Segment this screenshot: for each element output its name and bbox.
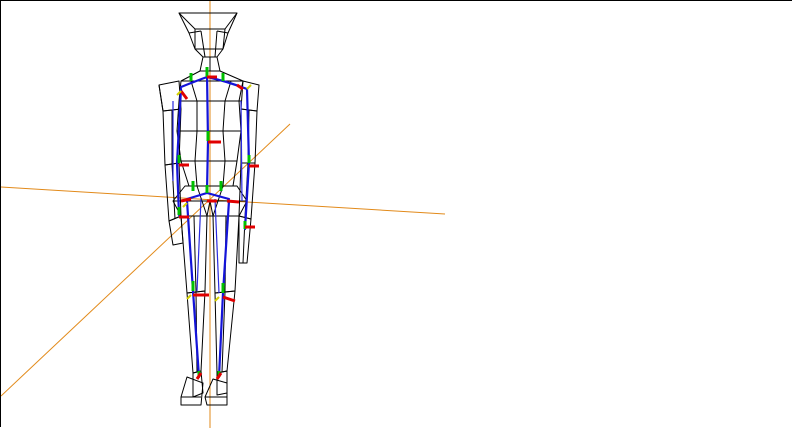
bone-arm-right-secondary bbox=[240, 100, 243, 202]
head-mesh bbox=[178, 12, 238, 58]
joint-elbow-right-gizmo[interactable] bbox=[247, 155, 259, 168]
skeleton-bones[interactable] bbox=[172, 71, 251, 379]
character-mesh-wireframe[interactable] bbox=[158, 12, 260, 406]
joint-knee-left-gizmo[interactable] bbox=[186, 281, 209, 300]
joint-elbow-left-gizmo[interactable] bbox=[177, 155, 189, 167]
bone-leg-right-secondary bbox=[214, 198, 220, 294]
bone-pelvis[interactable] bbox=[185, 191, 231, 201]
world-axis-z bbox=[1, 123, 291, 397]
viewport-canvas[interactable] bbox=[1, 1, 792, 428]
joint-hip-left-gizmo[interactable] bbox=[180, 181, 195, 208]
bone-leg-left-secondary bbox=[196, 198, 202, 292]
joint-ankle-left-gizmo[interactable] bbox=[195, 371, 203, 380]
3d-viewport[interactable] bbox=[0, 0, 792, 428]
joint-ankle-right-gizmo[interactable] bbox=[215, 371, 223, 380]
world-axes bbox=[1, 1, 446, 428]
joint-neck-gizmo[interactable] bbox=[205, 67, 217, 79]
joint-pelvis-gizmo[interactable] bbox=[205, 185, 217, 203]
neck-mesh bbox=[199, 56, 221, 72]
